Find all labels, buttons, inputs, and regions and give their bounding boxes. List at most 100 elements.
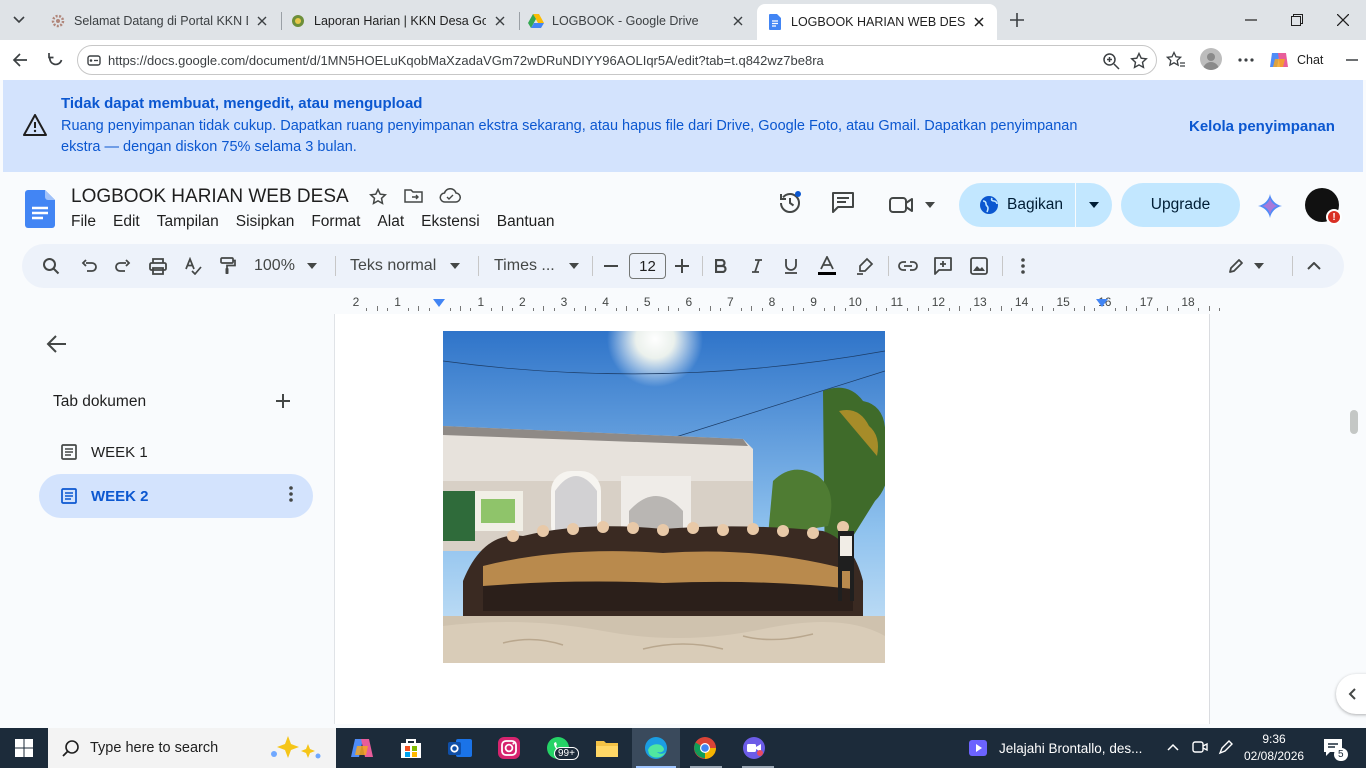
favorites-button[interactable] [1164,48,1188,72]
taskbar-edge-app[interactable] [640,732,672,764]
version-history-icon[interactable] [777,190,803,216]
menu-extensions[interactable]: Ekstensi [421,213,480,231]
editing-mode-button[interactable] [1226,255,1266,277]
document-photo[interactable] [443,331,885,663]
insert-link-button[interactable] [897,255,919,277]
notification-center-button[interactable]: 5 [1322,736,1348,761]
start-button[interactable] [0,728,48,768]
gemini-sparkle-icon[interactable] [1258,194,1282,218]
show-hidden-icons-icon[interactable] [1167,743,1179,751]
undo-button[interactable] [78,255,100,277]
taskbar-news-widget[interactable]: Jelajahi Brontallo, des... [968,728,1142,768]
document-title[interactable]: LOGBOOK HARIAN WEB DESA [71,186,349,208]
new-tab-button[interactable] [1006,9,1028,31]
menu-tools[interactable]: Alat [377,213,404,231]
decrease-font-size-button[interactable] [602,255,620,277]
copilot-chat-button[interactable]: Chat [1268,46,1334,74]
site-info-icon[interactable] [86,52,102,68]
hide-menus-button[interactable] [1304,255,1324,277]
close-tab-icon[interactable] [730,13,746,29]
close-window-button[interactable] [1320,0,1366,40]
close-tab-icon[interactable] [254,13,270,29]
increase-font-size-button[interactable] [673,255,691,277]
menu-edit[interactable]: Edit [113,213,140,231]
arrow-left-icon[interactable] [46,333,68,355]
pen-workspace-icon[interactable] [1218,739,1234,755]
more-options-button[interactable] [1012,255,1034,277]
star-icon[interactable] [369,188,387,206]
taskbar-instagram-app[interactable] [493,732,525,764]
doc-tab-week-1[interactable]: WEEK 1 [39,430,313,474]
google-docs-logo-icon[interactable] [25,190,55,228]
manage-storage-link[interactable]: Kelola penyimpanan [1189,118,1335,135]
caret-down-icon[interactable] [925,202,935,208]
right-indent-marker[interactable] [1096,299,1108,309]
vertical-scrollbar-thumb[interactable] [1350,410,1358,434]
bold-button[interactable] [711,255,731,277]
doc-tab-week-2[interactable]: WEEK 2 [39,474,313,518]
share-options-caret-icon[interactable] [1089,202,1099,208]
taskbar-copilot-app[interactable] [346,732,378,764]
menu-help[interactable]: Bantuan [497,213,555,231]
taskbar-chrome-app[interactable] [689,732,721,764]
font-size-input[interactable]: 12 [629,253,666,279]
ruler-tick [1219,308,1221,311]
underline-button[interactable] [781,255,801,277]
font-family-select[interactable]: Times ... [494,255,580,277]
taskbar-whatsapp-app[interactable]: 99+ [542,732,579,764]
insert-comment-button[interactable] [932,255,954,277]
meet-video-icon[interactable] [889,196,915,214]
taskbar-meet-app[interactable] [738,732,770,764]
browser-tab-drive[interactable]: LOGBOOK - Google Drive [518,6,756,36]
menu-format[interactable]: Format [311,213,360,231]
account-avatar[interactable]: ! [1305,188,1342,225]
move-folder-icon[interactable] [404,188,424,204]
upgrade-button[interactable]: Upgrade [1121,183,1240,227]
menu-file[interactable]: File [71,213,96,231]
spelling-check-button[interactable] [182,255,204,277]
taskbar-clock[interactable]: 9:36 02/08/2026 [1244,731,1304,765]
more-vertical-icon[interactable] [289,486,293,502]
restore-button[interactable] [1274,0,1320,40]
left-indent-marker[interactable] [433,299,445,309]
minimize-button[interactable] [1228,0,1274,40]
meet-now-icon[interactable] [1192,739,1208,755]
browser-tab-kkn-portal[interactable]: Selamat Datang di Portal KKN Des [40,6,280,36]
taskbar-file-explorer-app[interactable] [591,732,623,764]
cloud-status-icon[interactable] [439,188,461,204]
reload-button[interactable] [44,48,68,72]
menu-insert[interactable]: Sisipkan [236,213,295,231]
comments-icon[interactable] [831,190,855,214]
tab-search-button[interactable] [6,8,32,32]
show-side-panel-button[interactable] [1336,674,1366,714]
taskbar-outlook-app[interactable] [444,732,476,764]
address-bar[interactable]: https://docs.google.com/document/d/1MN5H… [77,45,1157,75]
italic-button[interactable] [747,255,767,277]
insert-image-button[interactable] [968,255,990,277]
horizontal-ruler[interactable]: 21123456789101112131415161718 [335,292,1221,312]
bookmark-star-icon[interactable] [1130,52,1148,70]
back-button[interactable] [8,48,32,72]
browser-profile-avatar[interactable] [1200,48,1222,70]
text-color-button[interactable] [816,255,838,277]
highlight-color-button[interactable] [854,255,876,277]
close-tab-icon[interactable] [492,13,508,29]
minus-icon [604,265,618,267]
browser-menu-button[interactable] [1234,48,1258,72]
taskbar-search-box[interactable]: Type here to search [48,728,336,768]
browser-tab-logbook-doc[interactable]: LOGBOOK HARIAN WEB DESA - G [757,4,997,40]
add-tab-icon[interactable] [273,391,293,411]
search-menus-button[interactable] [40,255,62,277]
print-button[interactable] [147,255,169,277]
browser-tab-laporan-harian[interactable]: Laporan Harian | KKN Desa Gogik [280,6,518,36]
zoom-icon[interactable] [1102,52,1120,70]
paragraph-style-select[interactable]: Teks normal [350,255,462,277]
zoom-select[interactable]: 100% [254,255,326,277]
redo-button[interactable] [112,255,134,277]
close-tab-icon[interactable] [971,14,987,30]
paint-format-button[interactable] [217,255,239,277]
sidebar-toggle-button[interactable] [1340,48,1364,72]
menu-view[interactable]: Tampilan [157,213,219,231]
taskbar-store-app[interactable] [395,732,427,764]
share-button[interactable]: Bagikan [959,183,1112,227]
